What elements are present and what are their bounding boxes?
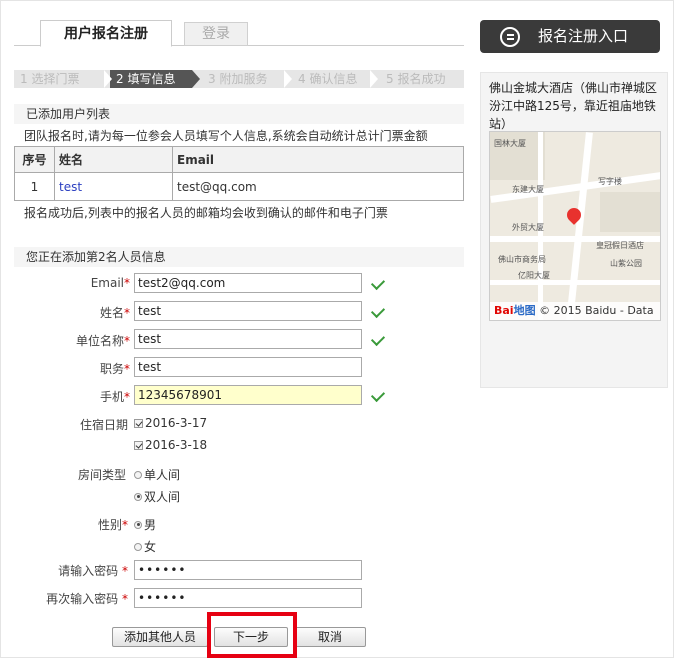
map-label: 皇冠假日酒店 bbox=[596, 241, 644, 250]
step-separator bbox=[284, 70, 292, 88]
hotel-map[interactable]: 国林大厦 东建大厦 写字楼 外贸大厦 皇冠假日酒店 佛山市商务局 山紫公园 亿阳… bbox=[489, 131, 661, 321]
column-header-name: 姓名 bbox=[54, 146, 173, 173]
room-option-single[interactable]: 单人间 bbox=[134, 466, 180, 483]
column-header-index: 序号 bbox=[14, 146, 55, 173]
column-header-email: Email bbox=[172, 146, 464, 173]
company-field[interactable] bbox=[134, 329, 362, 349]
stay-date-option-1[interactable]: 2016-3-17 bbox=[134, 416, 207, 430]
password-confirm-label: 再次输入密码 * bbox=[46, 592, 128, 606]
map-label: 写字楼 bbox=[598, 177, 622, 186]
map-label: 山紫公园 bbox=[610, 259, 642, 268]
step-4: 4 确认信息 bbox=[298, 72, 358, 86]
company-label: 单位名称* bbox=[75, 334, 130, 348]
success-note: 报名成功后,列表中的报名人员的邮箱均会收到确认的邮件和电子门票 bbox=[24, 206, 388, 220]
radio-button[interactable] bbox=[134, 520, 142, 529]
email-label: Email* bbox=[90, 276, 130, 290]
gender-option-male[interactable]: 男 bbox=[134, 516, 156, 533]
table-row: 1 test test@qq.com bbox=[14, 172, 464, 201]
step-3: 3 附加服务 bbox=[208, 72, 268, 86]
map-label: 国林大厦 bbox=[494, 139, 526, 148]
radio-button[interactable] bbox=[134, 542, 142, 551]
name-label: 姓名* bbox=[99, 306, 130, 320]
step-1: 1 选择门票 bbox=[20, 72, 80, 86]
add-other-person-button[interactable]: 添加其他人员 bbox=[112, 627, 208, 647]
hotel-address: 佛山金城大酒店（佛山市禅城区汾江中路125号，靠近祖庙地铁站） bbox=[489, 81, 658, 131]
register-entry-button[interactable]: 报名注册入口 bbox=[480, 20, 660, 53]
map-label: 外贸大厦 bbox=[512, 223, 544, 232]
stay-date-option-2[interactable]: 2016-3-18 bbox=[134, 438, 207, 452]
position-label: 职务* bbox=[99, 362, 130, 376]
map-copyright: Bai地图 © 2015 Baidu - Data bbox=[490, 302, 660, 320]
register-entry-label: 报名注册入口 bbox=[538, 27, 629, 45]
step-2: 2 填写信息 bbox=[110, 70, 192, 88]
checkbox[interactable] bbox=[134, 418, 143, 428]
step-separator bbox=[370, 70, 378, 88]
password-label: 请输入密码 * bbox=[58, 564, 128, 578]
hotel-panel: 佛山金城大酒店（佛山市禅城区汾江中路125号，靠近祖庙地铁站） 国林大厦 东建大… bbox=[480, 72, 668, 388]
gender-label: 性别* bbox=[97, 518, 128, 532]
tab-login[interactable]: 登录 bbox=[184, 22, 248, 46]
position-field[interactable] bbox=[134, 357, 362, 377]
checkbox[interactable] bbox=[134, 440, 143, 450]
map-label: 东建大厦 bbox=[512, 185, 544, 194]
map-label: 亿阳大厦 bbox=[518, 271, 550, 280]
password-confirm-field[interactable] bbox=[134, 588, 362, 608]
map-road bbox=[566, 132, 593, 320]
map-road bbox=[490, 280, 660, 285]
cell-email: test@qq.com bbox=[172, 172, 464, 201]
map-label: 佛山市商务局 bbox=[498, 255, 546, 264]
radio-button[interactable] bbox=[134, 470, 142, 479]
email-field[interactable] bbox=[134, 273, 362, 293]
name-field[interactable] bbox=[134, 301, 362, 321]
added-users-table: 序号 姓名 Email 1 test test@qq.com bbox=[14, 146, 464, 201]
room-type-label: 房间类型 bbox=[77, 468, 126, 482]
map-block bbox=[600, 192, 660, 232]
mobile-field[interactable] bbox=[134, 385, 362, 405]
cell-index: 1 bbox=[14, 172, 55, 201]
gender-option-female[interactable]: 女 bbox=[134, 538, 156, 555]
room-option-double[interactable]: 双人间 bbox=[134, 488, 180, 505]
team-note: 团队报名时,请为每一位参会人员填写个人信息,系统会自动统计总计门票金额 bbox=[24, 129, 428, 143]
password-field[interactable] bbox=[134, 560, 362, 580]
form-title: 您正在添加第2名人员信息 bbox=[14, 247, 464, 267]
added-users-title: 已添加用户列表 bbox=[14, 104, 464, 124]
cancel-button[interactable]: 取消 bbox=[294, 627, 366, 647]
mobile-label: 手机* bbox=[99, 390, 130, 404]
stay-dates-label: 住宿日期 bbox=[79, 418, 128, 432]
tab-bar: 用户报名注册 登录 bbox=[14, 20, 464, 47]
step-indicator: 1 选择门票 2 填写信息 3 附加服务 4 确认信息 5 报名成功 bbox=[14, 70, 464, 88]
step-separator bbox=[104, 70, 112, 88]
tab-register[interactable]: 用户报名注册 bbox=[40, 20, 172, 47]
chat-bubble-icon bbox=[500, 27, 520, 47]
table-header-row: 序号 姓名 Email bbox=[14, 146, 464, 173]
step-5: 5 报名成功 bbox=[386, 72, 446, 86]
highlight-frame bbox=[207, 612, 297, 658]
step-separator bbox=[192, 70, 200, 88]
radio-button[interactable] bbox=[134, 492, 142, 501]
user-name-link[interactable]: test bbox=[59, 180, 82, 194]
